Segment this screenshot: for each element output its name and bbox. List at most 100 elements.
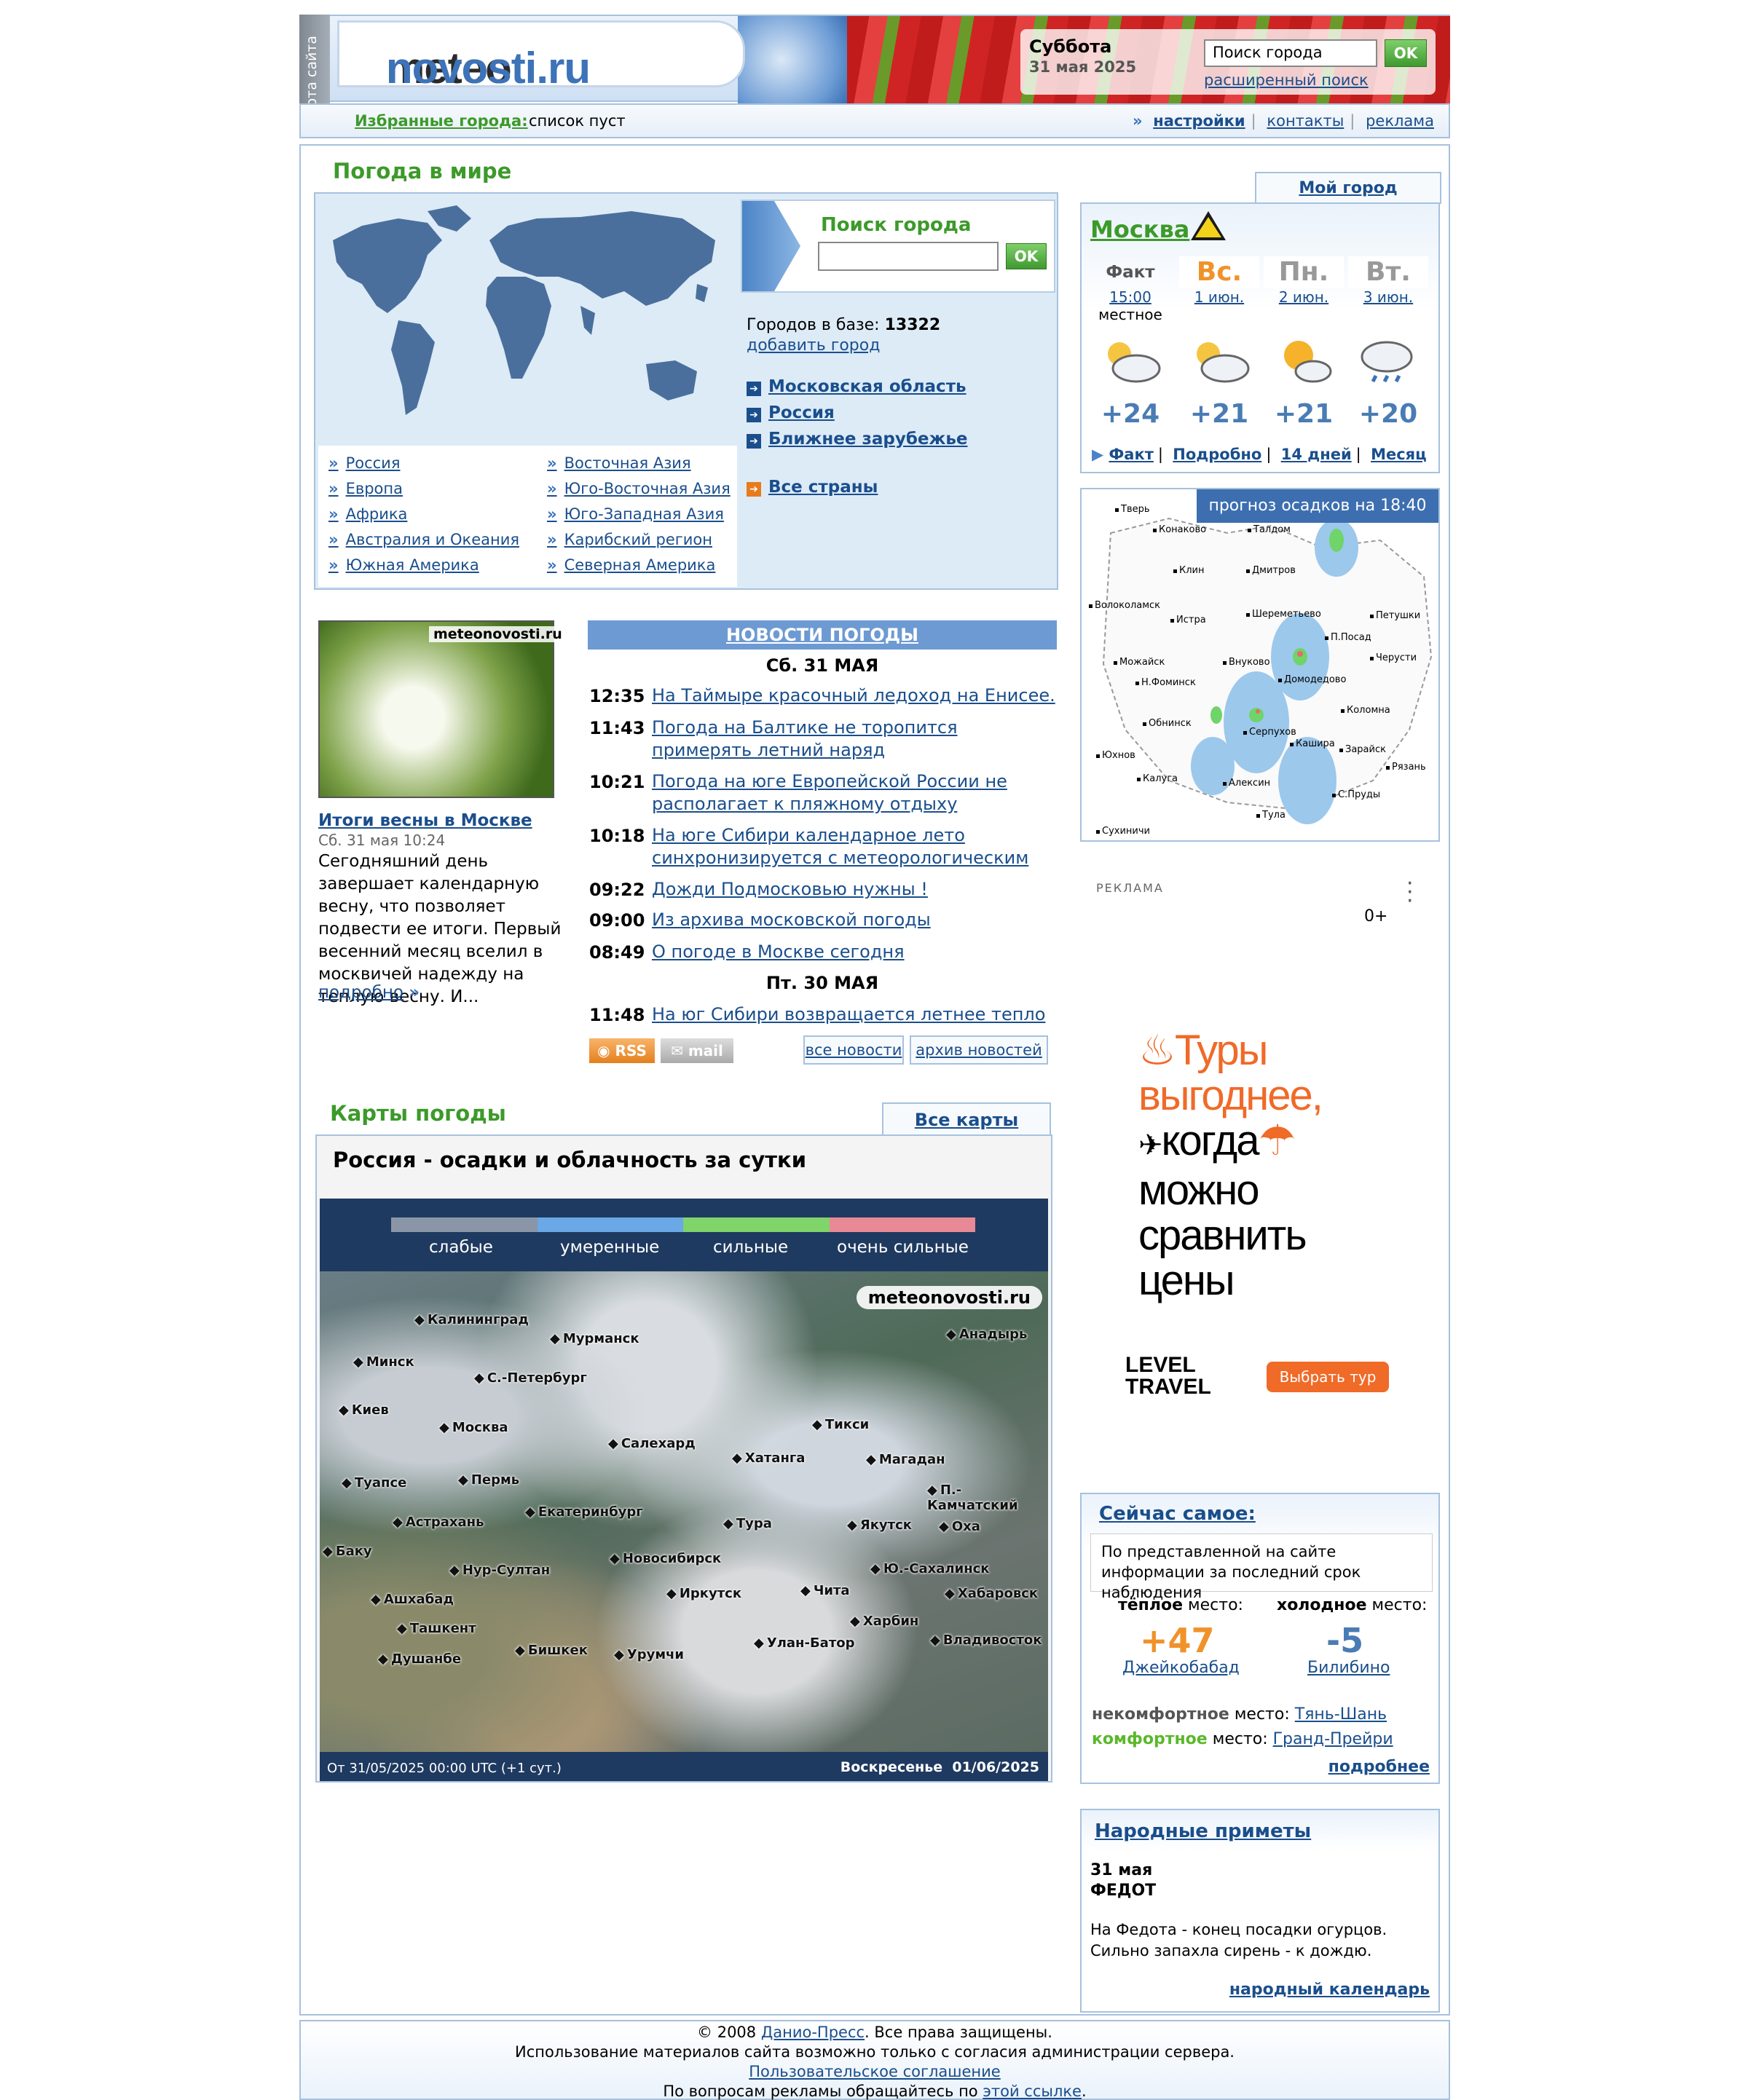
folk-name: ФЕДОТ	[1090, 1882, 1157, 1900]
settings-link[interactable]: настройки	[1153, 112, 1245, 130]
warm-city-link[interactable]: Джейкобабад	[1122, 1659, 1240, 1677]
fact-label: Факт	[1106, 263, 1155, 282]
rss-button[interactable]: ◉ RSS	[589, 1038, 655, 1063]
map-city: Астрахань	[393, 1515, 484, 1530]
separator: |	[1251, 112, 1256, 130]
temperature: +21	[1274, 399, 1334, 429]
legend-bar	[391, 1217, 975, 1232]
region-russia[interactable]: Россия	[328, 454, 401, 472]
detailed-link[interactable]: Подробно	[1173, 446, 1261, 463]
user-agreement-link[interactable]: Пользовательское соглашение	[749, 2063, 1000, 2080]
news-header[interactable]: НОВОСТИ ПОГОДЫ	[588, 620, 1057, 650]
ads-contact: По вопросам рекламы обращайтесь по этой …	[301, 2082, 1449, 2100]
folk-calendar-link[interactable]: народный календарь	[1229, 1981, 1430, 1999]
favorites-label[interactable]: Избранные города:	[355, 112, 528, 130]
comfortable-city-link[interactable]: Гранд-Прейри	[1273, 1730, 1393, 1748]
ad-banner[interactable]: ♨Туры выгоднее, ✈когда☂ можно сравнить ц…	[1138, 1028, 1444, 1303]
choose-tour-button[interactable]: Выбрать тур	[1267, 1362, 1389, 1392]
news-link[interactable]: Дожди Подмосковью нужны !	[652, 878, 1060, 901]
region-europe[interactable]: Европа	[328, 480, 403, 497]
company-link[interactable]: Данио-Пресс	[761, 2024, 865, 2041]
map-city: Калининград	[414, 1312, 529, 1327]
region-south-america[interactable]: Южная Америка	[328, 556, 479, 574]
news-time: 09:00	[589, 910, 645, 931]
featured-news-title[interactable]: Итоги весны в Москве	[318, 811, 532, 830]
uncomfortable-city-link[interactable]: Тянь-Шань	[1295, 1705, 1387, 1724]
all-news-button[interactable]: все новости	[803, 1035, 904, 1065]
news-link[interactable]: На Таймыре красочный ледоход на Енисее.	[652, 684, 1060, 707]
all-maps-tab[interactable]: Все карты	[882, 1102, 1051, 1136]
fact-note: местное	[1098, 306, 1162, 323]
news-archive-button[interactable]: архив новостей	[910, 1035, 1048, 1065]
day-date-link[interactable]: 1 июн.	[1179, 288, 1259, 306]
warning-icon[interactable]	[1191, 211, 1226, 240]
map-city: Салехард	[608, 1436, 696, 1451]
news-link[interactable]: На юге Сибири календарное лето синхрониз…	[652, 824, 1060, 869]
news-link[interactable]: Погода на юге Европейской России не расп…	[652, 770, 1060, 816]
region-east-asia[interactable]: Восточная Азия	[547, 454, 691, 472]
news-time: 08:49	[589, 942, 645, 963]
radar-city: Петушки	[1370, 610, 1420, 621]
map-city: Душанбе	[378, 1651, 461, 1667]
page: meteo novosti.ru Суббота 31 мая 2025 Поис…	[299, 15, 1450, 2100]
all-news-link: все новости	[805, 1041, 902, 1059]
city-links: ▶ Факт | Подробно | 14 дней | Месяц	[1092, 446, 1427, 463]
all-countries-link[interactable]: Все страны	[747, 478, 878, 497]
region-southwest-asia[interactable]: Юго-Западная Азия	[547, 505, 724, 523]
add-city-link[interactable]: добавить город	[747, 336, 880, 355]
header-search-input[interactable]: Поиск города	[1204, 39, 1377, 67]
temperature: +21	[1189, 399, 1249, 429]
now-most-note: По представленной на сайте информации за…	[1090, 1533, 1433, 1601]
radar-city: Серпухов	[1243, 727, 1296, 738]
more-options-icon[interactable]: · · ·	[1406, 873, 1414, 912]
news-archive-link: архив новостей	[916, 1041, 1042, 1059]
day-date-link[interactable]: 3 июн.	[1348, 288, 1428, 306]
world-map[interactable]	[318, 197, 737, 446]
radar-title: прогноз осадков на 18:40	[1197, 489, 1438, 523]
news-time: 10:21	[589, 772, 645, 792]
fact-link[interactable]: Факт	[1109, 446, 1153, 463]
featured-news-image[interactable]: meteonovosti.ru	[318, 620, 567, 798]
near-abroad-link[interactable]: Ближнее зарубежье	[747, 430, 968, 449]
fact-time[interactable]: 15:00	[1090, 288, 1170, 306]
moscow-region-link[interactable]: Московская область	[747, 377, 966, 396]
ads-contact-link[interactable]: этой ссылке	[983, 2083, 1082, 2100]
folk-signs-title[interactable]: Народные приметы	[1095, 1820, 1311, 1842]
read-more-link[interactable]: подробно	[318, 983, 403, 1002]
more-link[interactable]: подробнее	[1328, 1758, 1430, 1776]
now-most-title[interactable]: Сейчас самое:	[1099, 1503, 1256, 1525]
radar-city: Коломна	[1341, 705, 1390, 716]
city-search-button[interactable]: OK	[1006, 243, 1047, 269]
region-africa[interactable]: Африка	[328, 505, 408, 523]
region-caribbean[interactable]: Карибский регион	[547, 531, 712, 548]
date-day: Суббота	[1029, 36, 1112, 57]
uncomfortable-place: некомфортное место: Тянь-Шань	[1092, 1705, 1387, 1724]
14-days-link[interactable]: 14 дней	[1281, 446, 1352, 463]
city-name-link[interactable]: Москва	[1090, 216, 1189, 243]
plane-icon: ✈	[1138, 1129, 1162, 1161]
mail-button[interactable]: ✉ mail	[661, 1038, 733, 1063]
precipitation-map[interactable]: слабые умеренные сильные очень сильные m…	[320, 1199, 1048, 1781]
news-link[interactable]: О погоде в Москве сегодня	[652, 941, 1060, 963]
advertising-link[interactable]: реклама	[1366, 112, 1434, 130]
month-link[interactable]: Месяц	[1371, 446, 1427, 463]
legend-label: очень сильные	[837, 1238, 969, 1257]
region-north-america[interactable]: Северная Америка	[547, 556, 716, 574]
ad-line: выгоднее,	[1138, 1072, 1323, 1119]
day-date-link[interactable]: 2 июн.	[1264, 288, 1344, 306]
site-logo[interactable]: meteo novosti.ru	[337, 20, 745, 92]
news-link[interactable]: Погода на Балтике не торопится примерять…	[652, 717, 1060, 762]
city-search-input[interactable]	[818, 242, 999, 271]
russia-link[interactable]: Россия	[747, 403, 835, 422]
contacts-link[interactable]: контакты	[1267, 112, 1344, 130]
advanced-search-link[interactable]: расширенный поиск	[1204, 71, 1369, 89]
news-link[interactable]: На юг Сибири возвращается летнее тепло	[652, 1003, 1060, 1026]
news-link[interactable]: Из архива московской погоды	[652, 909, 1060, 931]
cold-city-link[interactable]: Билибино	[1307, 1659, 1390, 1677]
header-search-button[interactable]: OK	[1385, 39, 1427, 67]
region-southeast-asia[interactable]: Юго-Восточная Азия	[547, 480, 731, 497]
my-city-tab[interactable]: Мой город	[1255, 172, 1441, 204]
map-title: Россия - осадки и облачность за сутки	[333, 1148, 807, 1172]
precipitation-radar[interactable]: прогноз осадков на 18:40 Тверь Конаково …	[1080, 488, 1440, 842]
region-australia[interactable]: Австралия и Океания	[328, 531, 519, 548]
